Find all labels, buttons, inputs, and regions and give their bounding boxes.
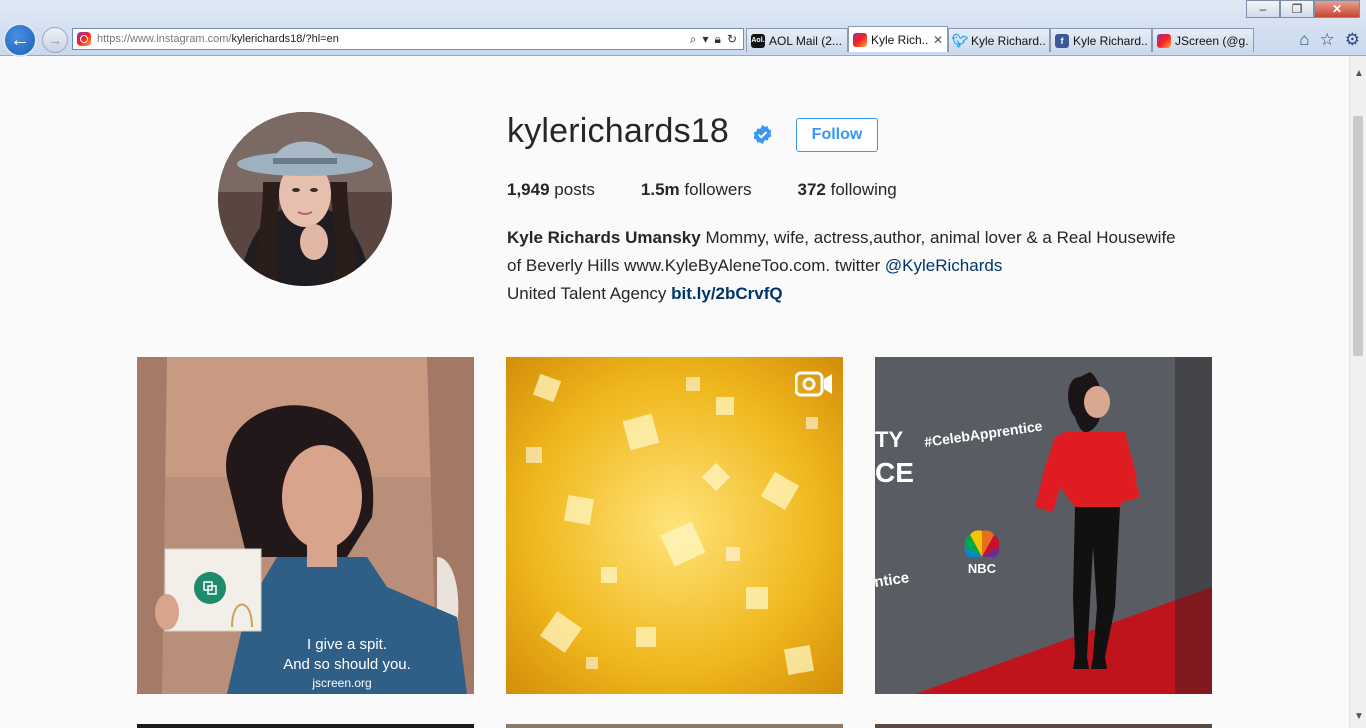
post-thumbnail-4[interactable] bbox=[137, 724, 474, 728]
instagram-icon bbox=[853, 32, 867, 47]
twitter-icon: 🐦︎ bbox=[951, 32, 969, 48]
lock-icon[interactable]: 🔒︎ bbox=[715, 32, 721, 47]
close-button[interactable]: ✕ bbox=[1314, 0, 1360, 18]
vertical-scrollbar[interactable]: ▲ ▼ bbox=[1349, 56, 1366, 728]
address-bar[interactable]: https://www.instagram.com/kylerichards18… bbox=[72, 28, 744, 50]
posts-label: posts bbox=[554, 180, 595, 199]
search-icon[interactable]: ⌕ bbox=[690, 32, 697, 47]
full-name: Kyle Richards Umansky bbox=[507, 228, 701, 247]
back-button[interactable]: ← bbox=[3, 23, 37, 57]
instagram-favicon-icon bbox=[77, 32, 91, 46]
svg-text:TY: TY bbox=[875, 427, 903, 452]
tab-label: Kyle Richard... bbox=[1073, 33, 1147, 48]
svg-text:CE: CE bbox=[875, 457, 914, 488]
tab-label: Kyle Richard... bbox=[971, 33, 1045, 48]
bio-mention-link[interactable]: @KyleRichards bbox=[885, 256, 1002, 275]
tshirt-text-line3: jscreen.org bbox=[311, 676, 371, 690]
tab-label: Kyle Rich... bbox=[871, 32, 929, 47]
url-text[interactable]: https://www.instagram.com/kylerichards18… bbox=[97, 33, 690, 45]
tab-kyle-instagram[interactable]: Kyle Rich... ✕ bbox=[848, 26, 948, 52]
following-stat[interactable]: 372 following bbox=[798, 180, 897, 200]
post-thumbnail-3[interactable]: #CelebApprentice TY CE ntice NBC bbox=[875, 357, 1212, 694]
profile-avatar[interactable] bbox=[218, 112, 392, 286]
scroll-up-icon[interactable]: ▲ bbox=[1354, 68, 1364, 79]
tshirt-text-line1: I give a spit. bbox=[307, 636, 387, 653]
forward-button[interactable]: → bbox=[42, 27, 68, 53]
arrow-right-icon: → bbox=[48, 32, 62, 48]
posts-stat: 1,949 posts bbox=[507, 180, 595, 200]
arrow-left-icon: ← bbox=[10, 28, 30, 51]
tab-label: JScreen (@g... bbox=[1175, 33, 1249, 48]
browser-chrome: – ❐ ✕ ← → https://www.instagram.com/kyle… bbox=[0, 0, 1366, 57]
verified-badge-icon bbox=[753, 124, 772, 145]
bio-agency-text: United Talent Agency bbox=[507, 284, 667, 303]
url-prefix: https://www.instagram.com/ bbox=[97, 33, 232, 45]
followers-stat[interactable]: 1.5m followers bbox=[641, 180, 752, 200]
follow-button[interactable]: Follow bbox=[796, 118, 878, 152]
post-thumbnail-2[interactable] bbox=[506, 357, 843, 694]
profile-username: kylerichards18 bbox=[507, 112, 730, 150]
facebook-icon: f bbox=[1055, 33, 1069, 48]
url-path: kylerichards18/?hl=en bbox=[231, 33, 339, 45]
following-label: following bbox=[830, 180, 897, 199]
tab-label: AOL Mail (2... bbox=[769, 33, 842, 48]
post-thumbnail-6[interactable] bbox=[875, 724, 1212, 728]
following-count: 372 bbox=[797, 180, 826, 199]
posts-count: 1,949 bbox=[507, 180, 550, 199]
video-camera-icon bbox=[795, 371, 832, 397]
bio-external-link[interactable]: bit.ly/2bCrvfQ bbox=[671, 284, 782, 303]
nbc-logo-text: NBC bbox=[968, 561, 997, 576]
favorites-star-icon[interactable]: ☆ bbox=[1320, 30, 1335, 50]
aol-icon: Aol. bbox=[751, 33, 765, 48]
minimize-button[interactable]: – bbox=[1246, 0, 1280, 18]
restore-button[interactable]: ❐ bbox=[1280, 0, 1314, 18]
tab-jscreen[interactable]: JScreen (@g... bbox=[1152, 28, 1254, 52]
followers-label: followers bbox=[684, 180, 752, 199]
tab-aol-mail[interactable]: Aol. AOL Mail (2... bbox=[746, 28, 848, 52]
refresh-icon[interactable]: ↻ bbox=[727, 32, 737, 47]
scrollbar-thumb[interactable] bbox=[1353, 116, 1363, 356]
tab-kyle-twitter[interactable]: 🐦︎ Kyle Richard... bbox=[948, 28, 1050, 52]
post-thumbnail-1[interactable]: I give a spit. And so should you. jscree… bbox=[137, 357, 474, 694]
settings-gear-icon[interactable]: ⚙ bbox=[1345, 30, 1360, 50]
scroll-down-icon[interactable]: ▼ bbox=[1354, 711, 1364, 722]
window-controls: – ❐ ✕ bbox=[1246, 0, 1360, 18]
instagram-icon bbox=[1157, 33, 1171, 48]
tshirt-text-line2: And so should you. bbox=[283, 656, 411, 673]
profile-stats: 1,949 posts 1.5m followers 372 following bbox=[507, 180, 943, 200]
tab-kyle-facebook[interactable]: f Kyle Richard... bbox=[1050, 28, 1152, 52]
post-thumbnail-5[interactable] bbox=[506, 724, 843, 728]
home-icon[interactable]: ⌂ bbox=[1299, 30, 1309, 50]
profile-bio: Kyle Richards Umansky Mommy, wife, actre… bbox=[507, 224, 1187, 308]
followers-count: 1.5m bbox=[640, 180, 680, 199]
close-tab-icon[interactable]: ✕ bbox=[933, 33, 943, 47]
dropdown-icon[interactable]: ▾ bbox=[703, 32, 709, 47]
tab-bar: Aol. AOL Mail (2... Kyle Rich... ✕ 🐦︎ Ky… bbox=[746, 26, 1254, 52]
